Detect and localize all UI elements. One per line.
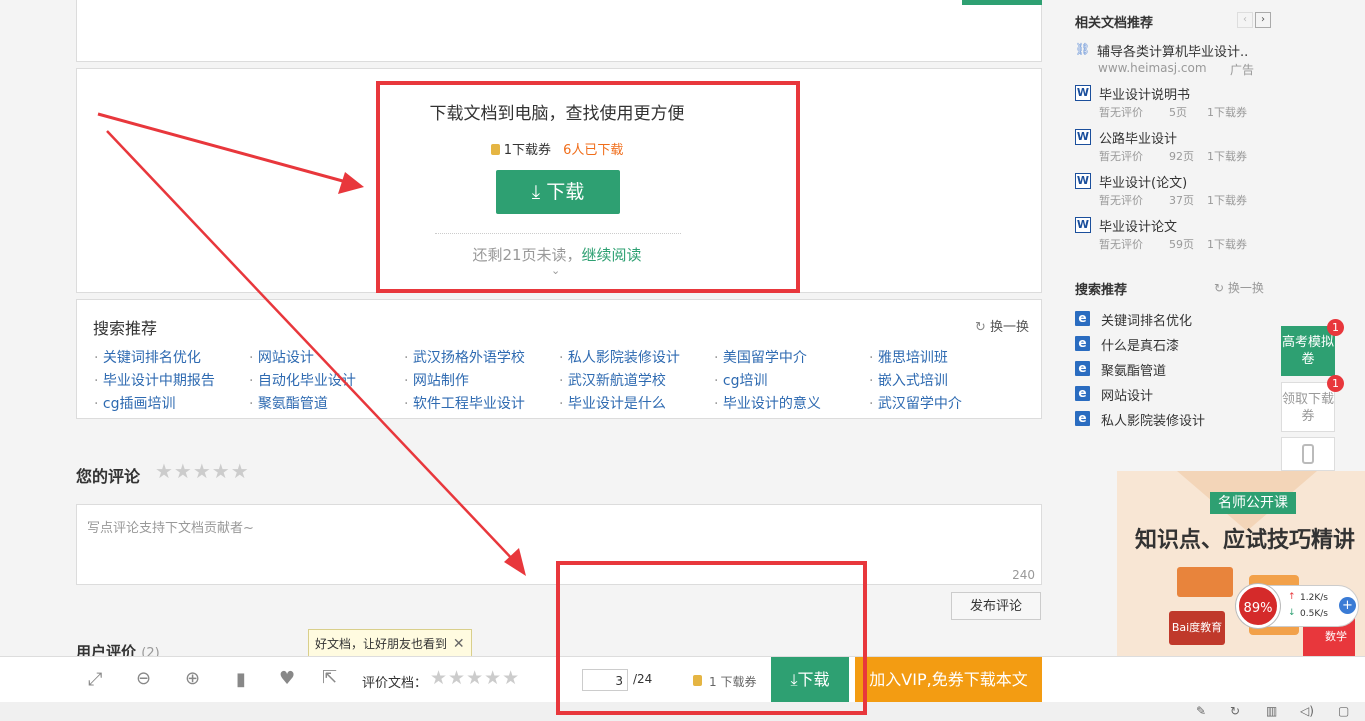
annotation-arrow-2	[106, 130, 517, 564]
annotation-arrowhead-1	[338, 172, 364, 194]
annotation-arrow-1	[97, 112, 351, 185]
annotation-arrows	[97, 112, 526, 576]
